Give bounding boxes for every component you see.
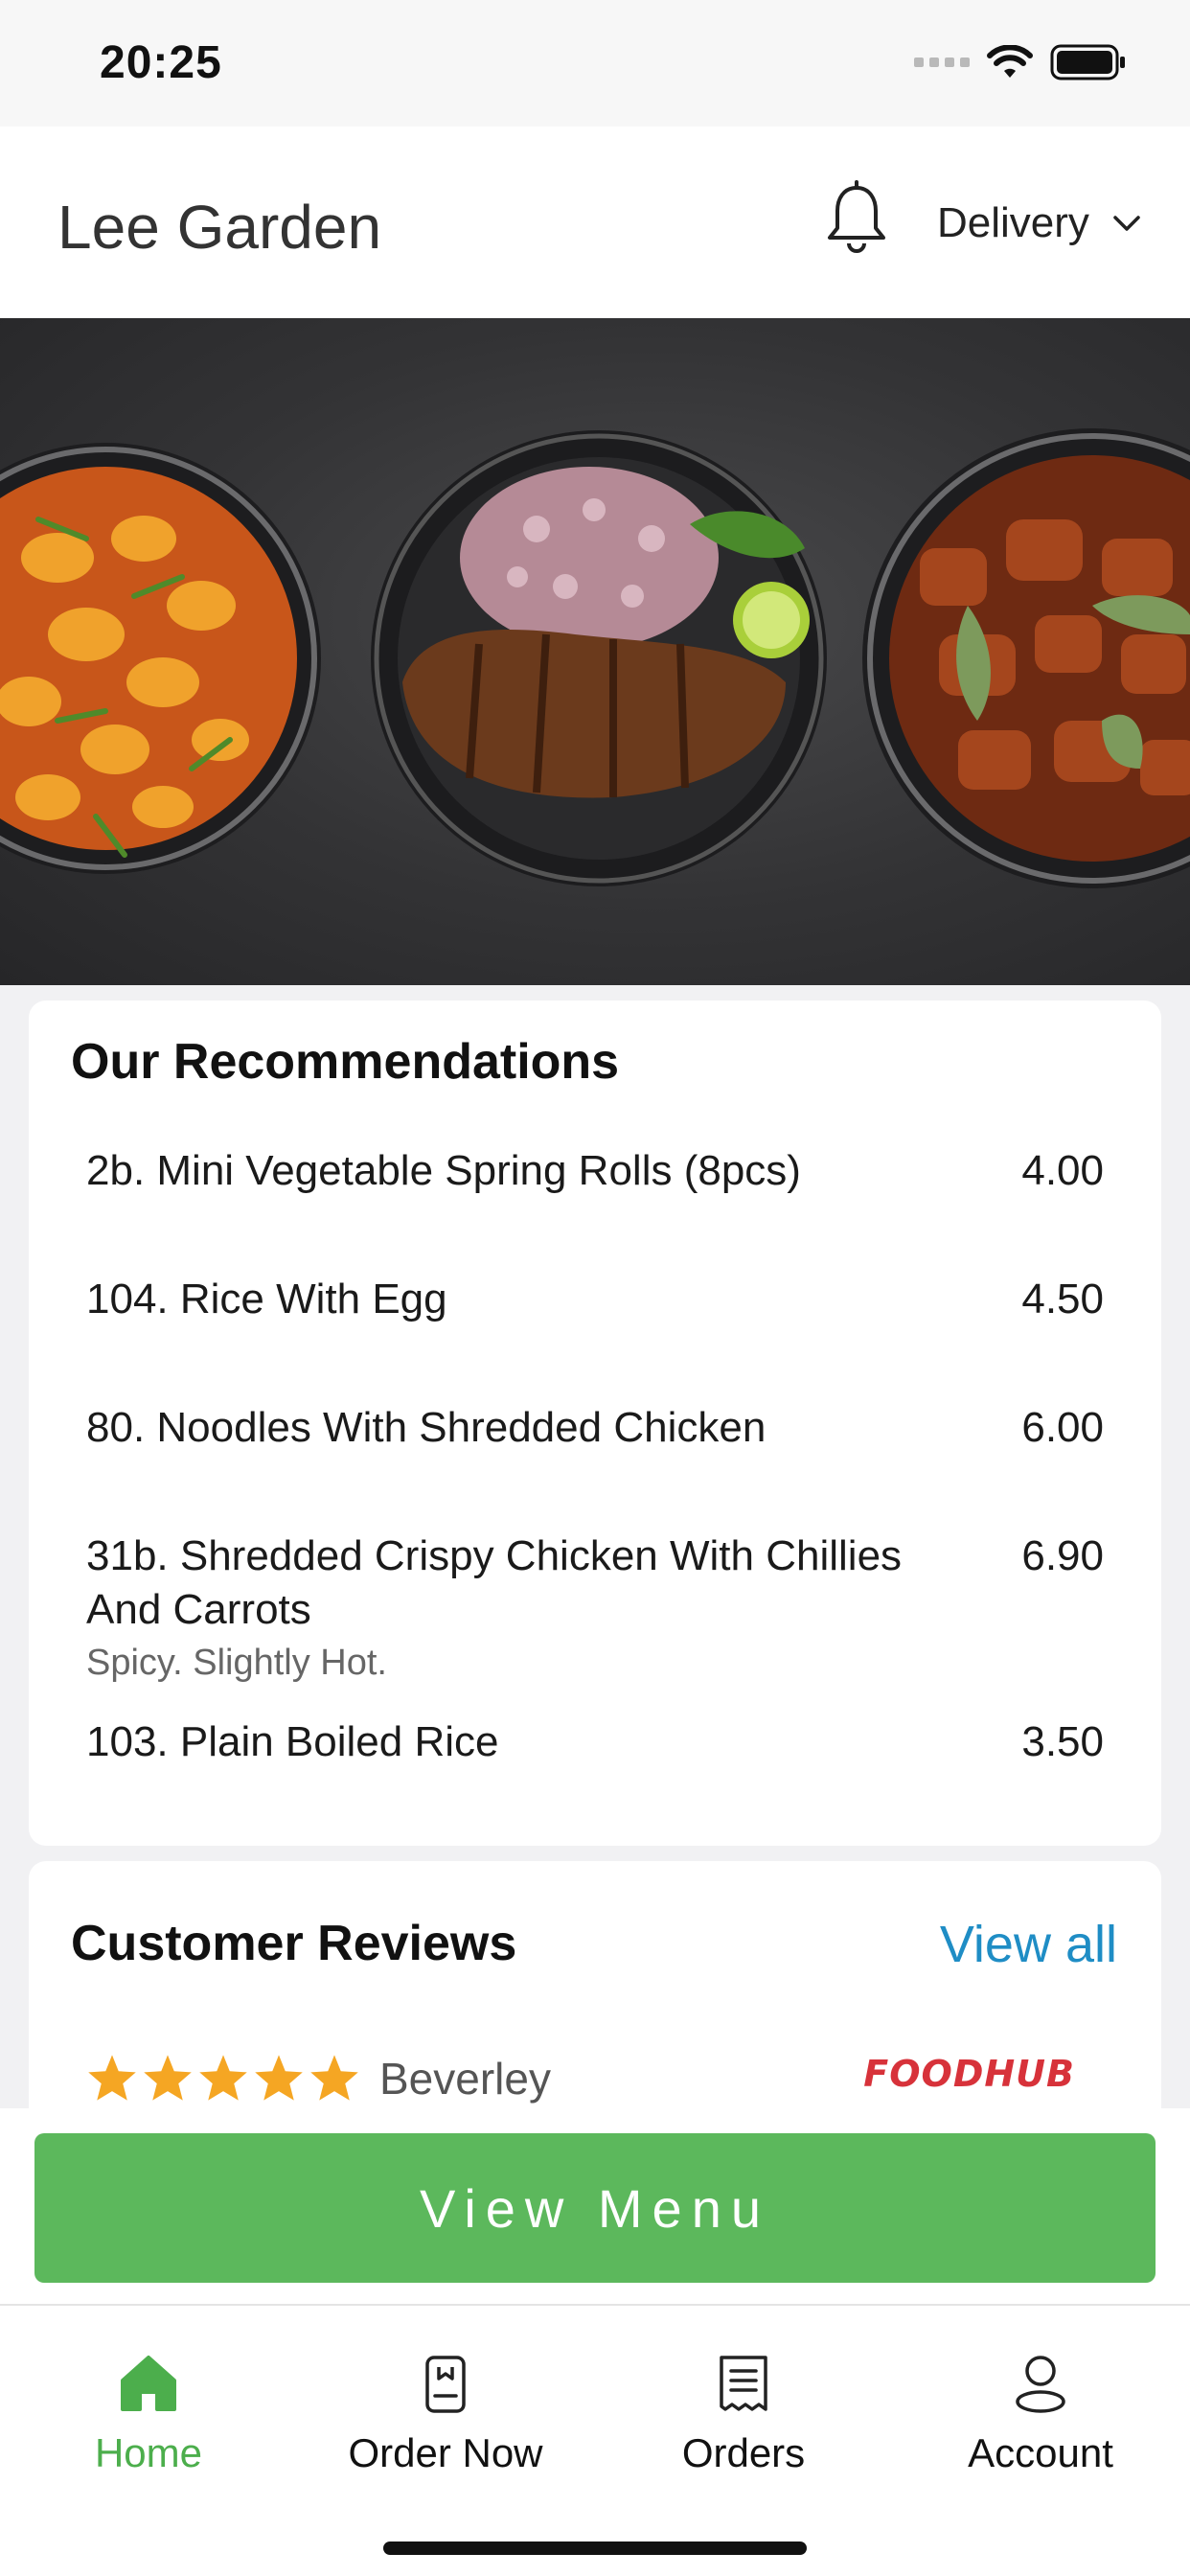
- recommendations-title: Our Recommendations: [71, 1034, 620, 1090]
- tab-label: Account: [968, 2430, 1113, 2475]
- review-rating: [86, 2053, 360, 2103]
- account-icon: [1016, 2356, 1065, 2413]
- hero-food-image: [0, 318, 1190, 985]
- item-description: Spicy. Slightly Hot.: [86, 1643, 387, 1683]
- app-header: Lee Garden Delivery: [0, 126, 1190, 318]
- tab-home[interactable]: Home: [5, 2352, 292, 2476]
- home-icon: [121, 2356, 176, 2411]
- item-price: 6.00: [1021, 1404, 1104, 1451]
- customer-reviews-card: Customer Reviews View all Beverley FOODH…: [29, 1861, 1161, 2110]
- item-price: 4.50: [1021, 1276, 1104, 1322]
- status-time: 20:25: [100, 37, 222, 88]
- star-icon: [144, 2055, 192, 2101]
- star-icon: [199, 2055, 247, 2101]
- order-now-icon: [425, 2356, 466, 2413]
- star-icon: [88, 2055, 136, 2101]
- view-all-reviews-link[interactable]: View all: [940, 1915, 1117, 1974]
- view-menu-bar: View Menu: [0, 2108, 1190, 2304]
- star-icon: [255, 2055, 303, 2101]
- item-name: 103. Plain Boiled Rice: [86, 1718, 499, 1765]
- view-menu-button[interactable]: View Menu: [34, 2133, 1156, 2283]
- food-dishes-illustration: [0, 428, 1190, 888]
- recommendations-card: Our Recommendations 2b. Mini Vegetable S…: [29, 1000, 1161, 1846]
- item-name: 2b. Mini Vegetable Spring Rolls (8pcs): [86, 1147, 801, 1194]
- bell-icon[interactable]: [822, 180, 891, 257]
- chevron-down-icon: [1113, 216, 1140, 231]
- orders-icon: [720, 2356, 767, 2411]
- tab-label: Order Now: [348, 2430, 543, 2475]
- tab-order-now[interactable]: Order Now: [302, 2352, 589, 2476]
- home-indicator[interactable]: [383, 2542, 807, 2555]
- delivery-mode-selector[interactable]: Delivery: [937, 199, 1141, 247]
- recommendation-item[interactable]: 103. Plain Boiled Rice 3.50: [86, 1715, 1104, 1769]
- tab-label: Home: [94, 2430, 203, 2475]
- recommendation-item[interactable]: 80. Noodles With Shredded Chicken 6.00: [86, 1401, 1104, 1455]
- item-price: 6.90: [1021, 1532, 1104, 1579]
- item-name: 104. Rice With Egg: [86, 1276, 447, 1322]
- tab-account[interactable]: Account: [897, 2352, 1184, 2476]
- tab-label: Orders: [681, 2430, 806, 2475]
- cellular-signal-icon: [914, 58, 970, 67]
- battery-icon: [1050, 44, 1125, 80]
- status-bar: 20:25: [0, 0, 1190, 126]
- reviews-title: Customer Reviews: [71, 1916, 517, 1971]
- recommendation-item[interactable]: 104. Rice With Egg 4.50: [86, 1273, 1104, 1326]
- restaurant-name: Lee Garden: [57, 193, 382, 262]
- item-price: 3.50: [1021, 1718, 1104, 1765]
- wifi-icon: [987, 45, 1033, 78]
- foodhub-logo: FOODHUB: [863, 2053, 1075, 2095]
- tab-orders[interactable]: Orders: [600, 2352, 887, 2476]
- recommendation-item[interactable]: 31b. Shredded Crispy Chicken With Chilli…: [86, 1530, 1104, 1684]
- bottom-tab-bar: Home Order Now Orders Account: [0, 2304, 1190, 2576]
- star-icon: [310, 2055, 358, 2101]
- item-name: 80. Noodles With Shredded Chicken: [86, 1404, 767, 1451]
- recommendation-item[interactable]: 2b. Mini Vegetable Spring Rolls (8pcs) 4…: [86, 1144, 1104, 1198]
- reviewer-name: Beverley: [379, 2054, 551, 2104]
- status-icons: [914, 44, 1127, 80]
- delivery-mode-label: Delivery: [937, 199, 1089, 246]
- item-price: 4.00: [1021, 1147, 1104, 1194]
- item-name: 31b. Shredded Crispy Chicken With Chilli…: [86, 1532, 903, 1633]
